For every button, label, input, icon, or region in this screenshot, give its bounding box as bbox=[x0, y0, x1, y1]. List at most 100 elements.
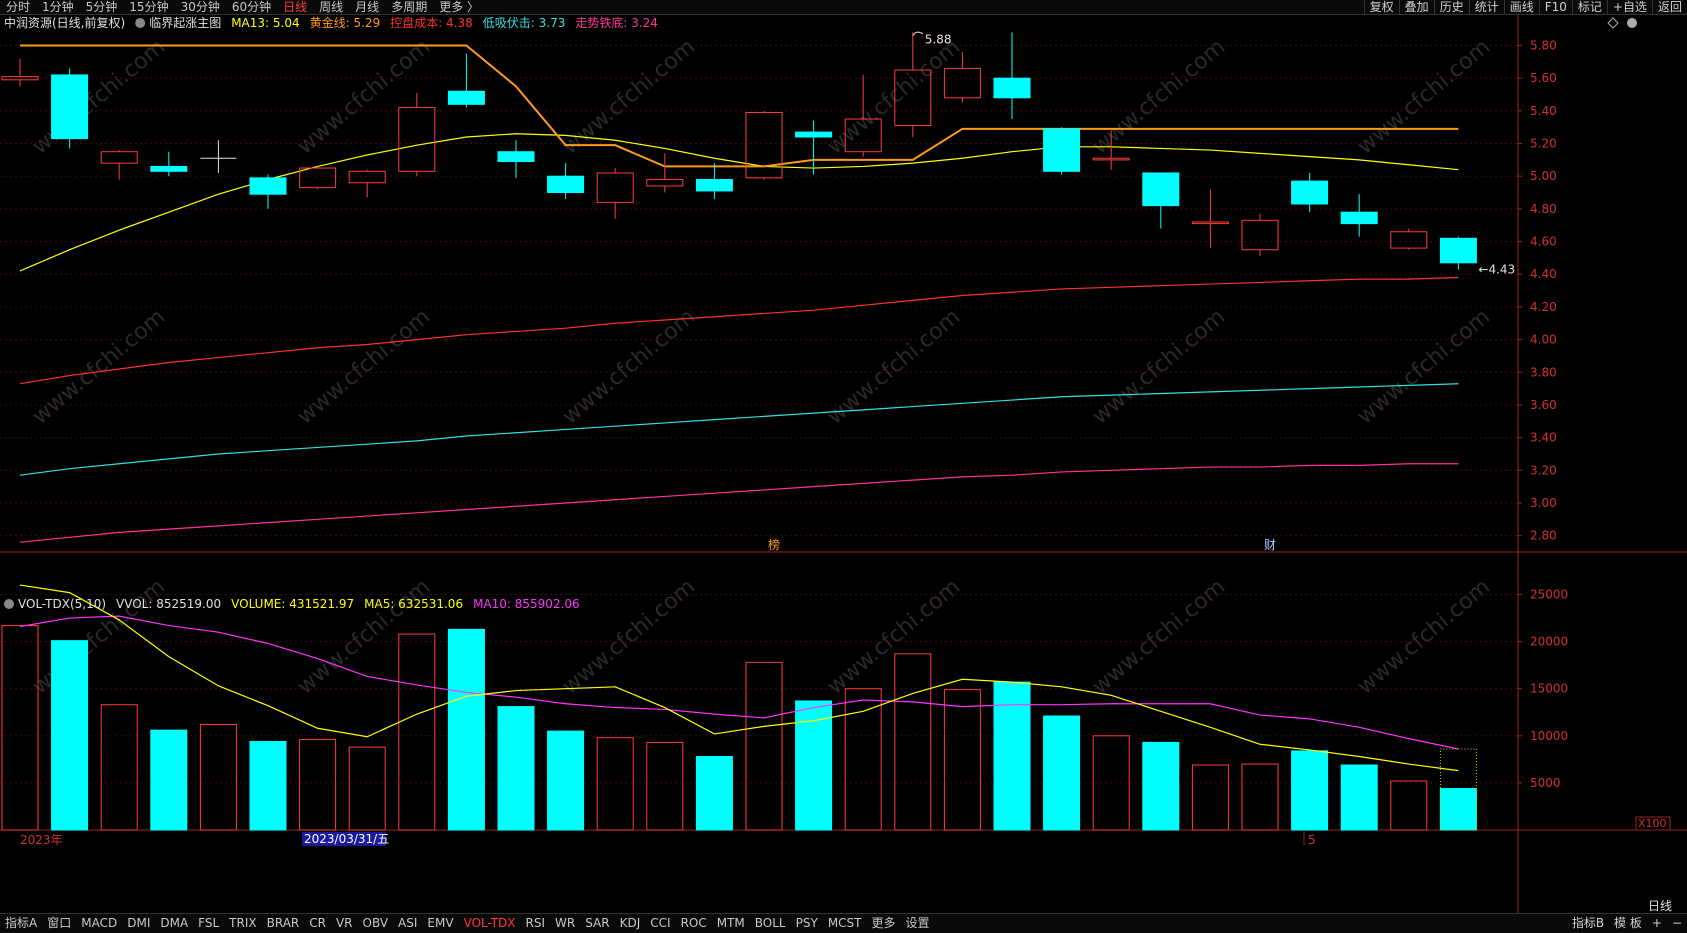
volume-bar[interactable] bbox=[1291, 750, 1329, 831]
period-tab-7[interactable]: 周线 bbox=[313, 0, 349, 14]
volume-bar[interactable] bbox=[745, 661, 783, 831]
volume-bar[interactable] bbox=[844, 688, 882, 831]
window-button[interactable]: 窗口 bbox=[42, 914, 76, 933]
volume-bar[interactable] bbox=[100, 704, 138, 831]
candle-body[interactable] bbox=[150, 165, 188, 172]
period-tab-0[interactable]: 分时 bbox=[0, 0, 36, 14]
zoom-out-button[interactable]: − bbox=[1667, 914, 1687, 933]
indicator-mcst[interactable]: MCST bbox=[823, 914, 867, 933]
candle-body[interactable] bbox=[1390, 231, 1428, 249]
toolbar-right-item-4[interactable]: 画线 bbox=[1503, 0, 1539, 14]
indicator-asi[interactable]: ASI bbox=[393, 914, 422, 933]
volume-bar[interactable] bbox=[943, 689, 981, 831]
candle-body[interactable] bbox=[249, 177, 287, 195]
period-tab-5[interactable]: 60分钟 bbox=[226, 0, 277, 14]
volume-bar[interactable] bbox=[1439, 788, 1477, 831]
period-tab-10[interactable]: 更多 〉 bbox=[433, 0, 485, 14]
collapse-icon[interactable] bbox=[4, 599, 14, 609]
toolbar-right-item-0[interactable]: 复权 bbox=[1363, 0, 1399, 14]
template-button[interactable]: 模 板 bbox=[1609, 914, 1647, 933]
volume-bar[interactable] bbox=[1043, 715, 1081, 831]
volume-bar[interactable] bbox=[596, 737, 634, 831]
candle-body[interactable] bbox=[1291, 180, 1329, 205]
indicator-mtm[interactable]: MTM bbox=[712, 914, 750, 933]
volume-bar[interactable] bbox=[1, 625, 39, 831]
indicator-dmi[interactable]: DMI bbox=[122, 914, 155, 933]
volume-bar[interactable] bbox=[150, 729, 188, 831]
candle-body[interactable] bbox=[1340, 211, 1378, 225]
candle-body[interactable] bbox=[299, 167, 337, 189]
period-tab-9[interactable]: 多周期 bbox=[385, 0, 433, 14]
volume-bar[interactable] bbox=[51, 640, 89, 831]
toolbar-right-item-3[interactable]: 统计 bbox=[1468, 0, 1504, 14]
indicator-fsl[interactable]: FSL bbox=[193, 914, 224, 933]
candle-body[interactable] bbox=[51, 74, 89, 140]
candle-body[interactable] bbox=[646, 178, 684, 187]
period-tab-3[interactable]: 15分钟 bbox=[123, 0, 174, 14]
candle-body[interactable] bbox=[1439, 237, 1477, 264]
volume-bar[interactable] bbox=[497, 706, 535, 831]
indicator-psy[interactable]: PSY bbox=[791, 914, 823, 933]
toolbar-right-item-8[interactable]: 返回 bbox=[1651, 0, 1687, 14]
candle-body[interactable] bbox=[795, 131, 833, 138]
settings-icon[interactable] bbox=[1627, 18, 1637, 28]
period-tab-4[interactable]: 30分钟 bbox=[175, 0, 226, 14]
volume-bar[interactable] bbox=[1340, 764, 1378, 831]
volume-bar[interactable] bbox=[398, 633, 436, 831]
candle-body[interactable] bbox=[1142, 172, 1180, 207]
toolbar-right-item-5[interactable]: F10 bbox=[1538, 0, 1572, 14]
candle-body[interactable] bbox=[993, 77, 1031, 99]
candle-body[interactable] bbox=[447, 90, 485, 105]
indicator-vol-tdx[interactable]: VOL-TDX bbox=[459, 914, 521, 933]
collapse-icon[interactable] bbox=[135, 18, 146, 28]
candle-body[interactable] bbox=[1191, 221, 1229, 225]
candle-body[interactable] bbox=[745, 111, 783, 179]
indicator-obv[interactable]: OBV bbox=[358, 914, 394, 933]
indicator-brar[interactable]: BRAR bbox=[262, 914, 305, 933]
candle-body[interactable] bbox=[348, 170, 386, 184]
volume-bar[interactable] bbox=[646, 741, 684, 831]
settings-button[interactable]: 设置 bbox=[901, 914, 935, 933]
candle-body[interactable] bbox=[1043, 128, 1081, 172]
more-indicators-button[interactable]: 更多 bbox=[867, 914, 901, 933]
indicator-roc[interactable]: ROC bbox=[676, 914, 712, 933]
volume-bar[interactable] bbox=[695, 756, 733, 831]
indicator-cr[interactable]: CR bbox=[304, 914, 331, 933]
indicator-cci[interactable]: CCI bbox=[645, 914, 675, 933]
indicator-sar[interactable]: SAR bbox=[580, 914, 614, 933]
period-tab-6[interactable]: 日线 bbox=[277, 0, 313, 14]
candle-body[interactable] bbox=[398, 107, 436, 172]
indicator-emv[interactable]: EMV bbox=[422, 914, 458, 933]
volume-bar[interactable] bbox=[299, 739, 337, 831]
candle-body[interactable] bbox=[100, 151, 138, 164]
indicator-rsi[interactable]: RSI bbox=[521, 914, 551, 933]
indicator-kdj[interactable]: KDJ bbox=[615, 914, 646, 933]
indicator-dma[interactable]: DMA bbox=[155, 914, 193, 933]
candle-body[interactable] bbox=[943, 67, 981, 99]
candle-body[interactable] bbox=[596, 172, 634, 203]
volume-bar[interactable] bbox=[1191, 764, 1229, 831]
indicator-wr[interactable]: WR bbox=[550, 914, 580, 933]
indicator-trix[interactable]: TRIX bbox=[224, 914, 261, 933]
indicator-vr[interactable]: VR bbox=[331, 914, 358, 933]
volume-bar[interactable] bbox=[1390, 780, 1428, 831]
candle-body[interactable] bbox=[497, 151, 535, 163]
volume-bar[interactable] bbox=[1241, 763, 1279, 831]
toolbar-right-item-2[interactable]: 历史 bbox=[1433, 0, 1469, 14]
toolbar-right-item-6[interactable]: 标记 bbox=[1571, 0, 1607, 14]
candle-body[interactable] bbox=[1092, 157, 1130, 161]
volume-bar[interactable] bbox=[199, 723, 237, 831]
indicator-tab-a[interactable]: 指标A bbox=[0, 914, 42, 933]
volume-bar[interactable] bbox=[547, 730, 585, 831]
indicator-tab-b[interactable]: 指标B bbox=[1567, 914, 1609, 933]
period-tab-8[interactable]: 月线 bbox=[349, 0, 385, 14]
candle-body[interactable] bbox=[1241, 219, 1279, 251]
indicator-macd[interactable]: MACD bbox=[76, 914, 122, 933]
volume-bar[interactable] bbox=[894, 653, 932, 831]
indicator-boll[interactable]: BOLL bbox=[750, 914, 791, 933]
stock-chart[interactable]: www.cfchi.com www.cfchi.com www.cfchi.com w… bbox=[0, 15, 1687, 913]
candle-body[interactable] bbox=[695, 178, 733, 192]
zoom-in-button[interactable]: + bbox=[1647, 914, 1667, 933]
volume-bar[interactable] bbox=[1142, 741, 1180, 831]
diamond-icon[interactable] bbox=[1607, 17, 1619, 29]
